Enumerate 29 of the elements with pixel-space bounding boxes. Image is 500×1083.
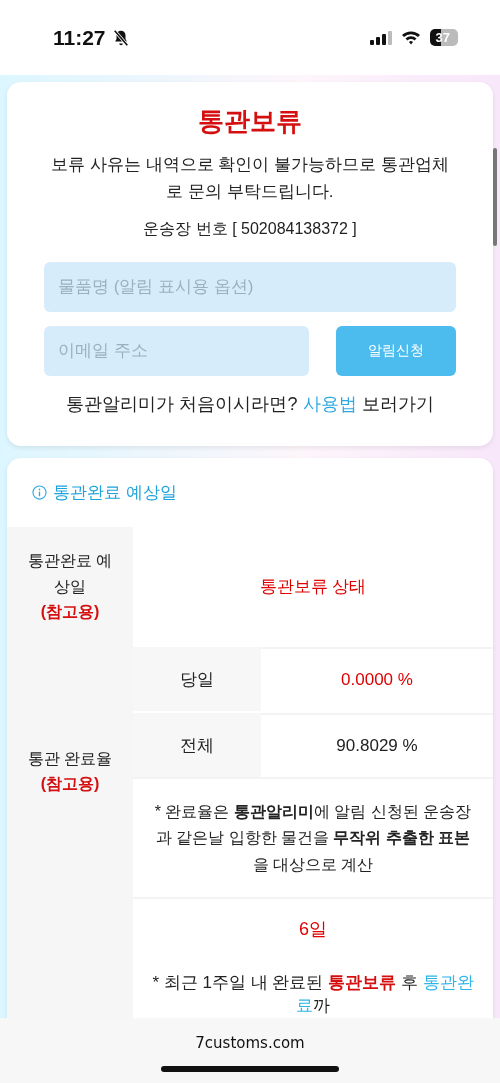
url-text[interactable]: 7customs.com xyxy=(195,1034,305,1052)
status-title: 통관보류 xyxy=(198,105,302,138)
home-indicator[interactable] xyxy=(161,1066,339,1072)
table-cell: 당일 xyxy=(133,647,261,712)
info-icon xyxy=(32,485,47,501)
average-note: * 최근 1주일 내 완료된 통관보류 후 통관완료까 xyxy=(151,972,475,1018)
email-field[interactable]: 이메일 주소 xyxy=(44,326,309,377)
reference-note: (참고용) xyxy=(40,774,100,795)
section-heading: 통관완료 예상일 xyxy=(53,482,177,505)
guide-text: 통관알리미가 처음이시라면? xyxy=(66,393,298,417)
rate-value: 0.0000 % xyxy=(261,647,493,712)
guide-text: 보러가기 xyxy=(361,393,434,417)
clock-time: 11:27 xyxy=(53,25,106,50)
tracking-number: 운송장 번호 [ 502084138372 ] xyxy=(143,219,357,240)
reference-note: (참고용) xyxy=(40,602,100,623)
rate-footnote: * 완료율은 통관알리미에 알림 신청된 운송장과 같은날 입항한 물건을 무작위 추출한 표본을 대상으로 계산 xyxy=(153,801,473,875)
row-label: 통관 완료율 xyxy=(27,748,113,769)
guide-link[interactable]: 사용법 xyxy=(302,392,357,417)
subscribe-button[interactable]: 알림신청 xyxy=(336,326,456,377)
estimate-value: 통관보류 상태 xyxy=(258,575,368,598)
signal-icon xyxy=(369,30,392,45)
average-days: 6일 xyxy=(299,917,327,942)
table-cell: 전체 xyxy=(133,713,261,778)
wifi-icon xyxy=(400,30,421,45)
rate-value: 90.8029 % xyxy=(261,713,493,778)
scrollbar[interactable] xyxy=(493,148,497,246)
row-label: 통관완료 예상일 xyxy=(26,551,114,597)
hold-message: 보류 사유는 내역으로 확인이 불가능하므로 통관업체로 문의 부탁드립니다. xyxy=(50,154,450,204)
item-name-field[interactable]: 물품명 (알림 표시용 옵션) xyxy=(44,262,456,313)
